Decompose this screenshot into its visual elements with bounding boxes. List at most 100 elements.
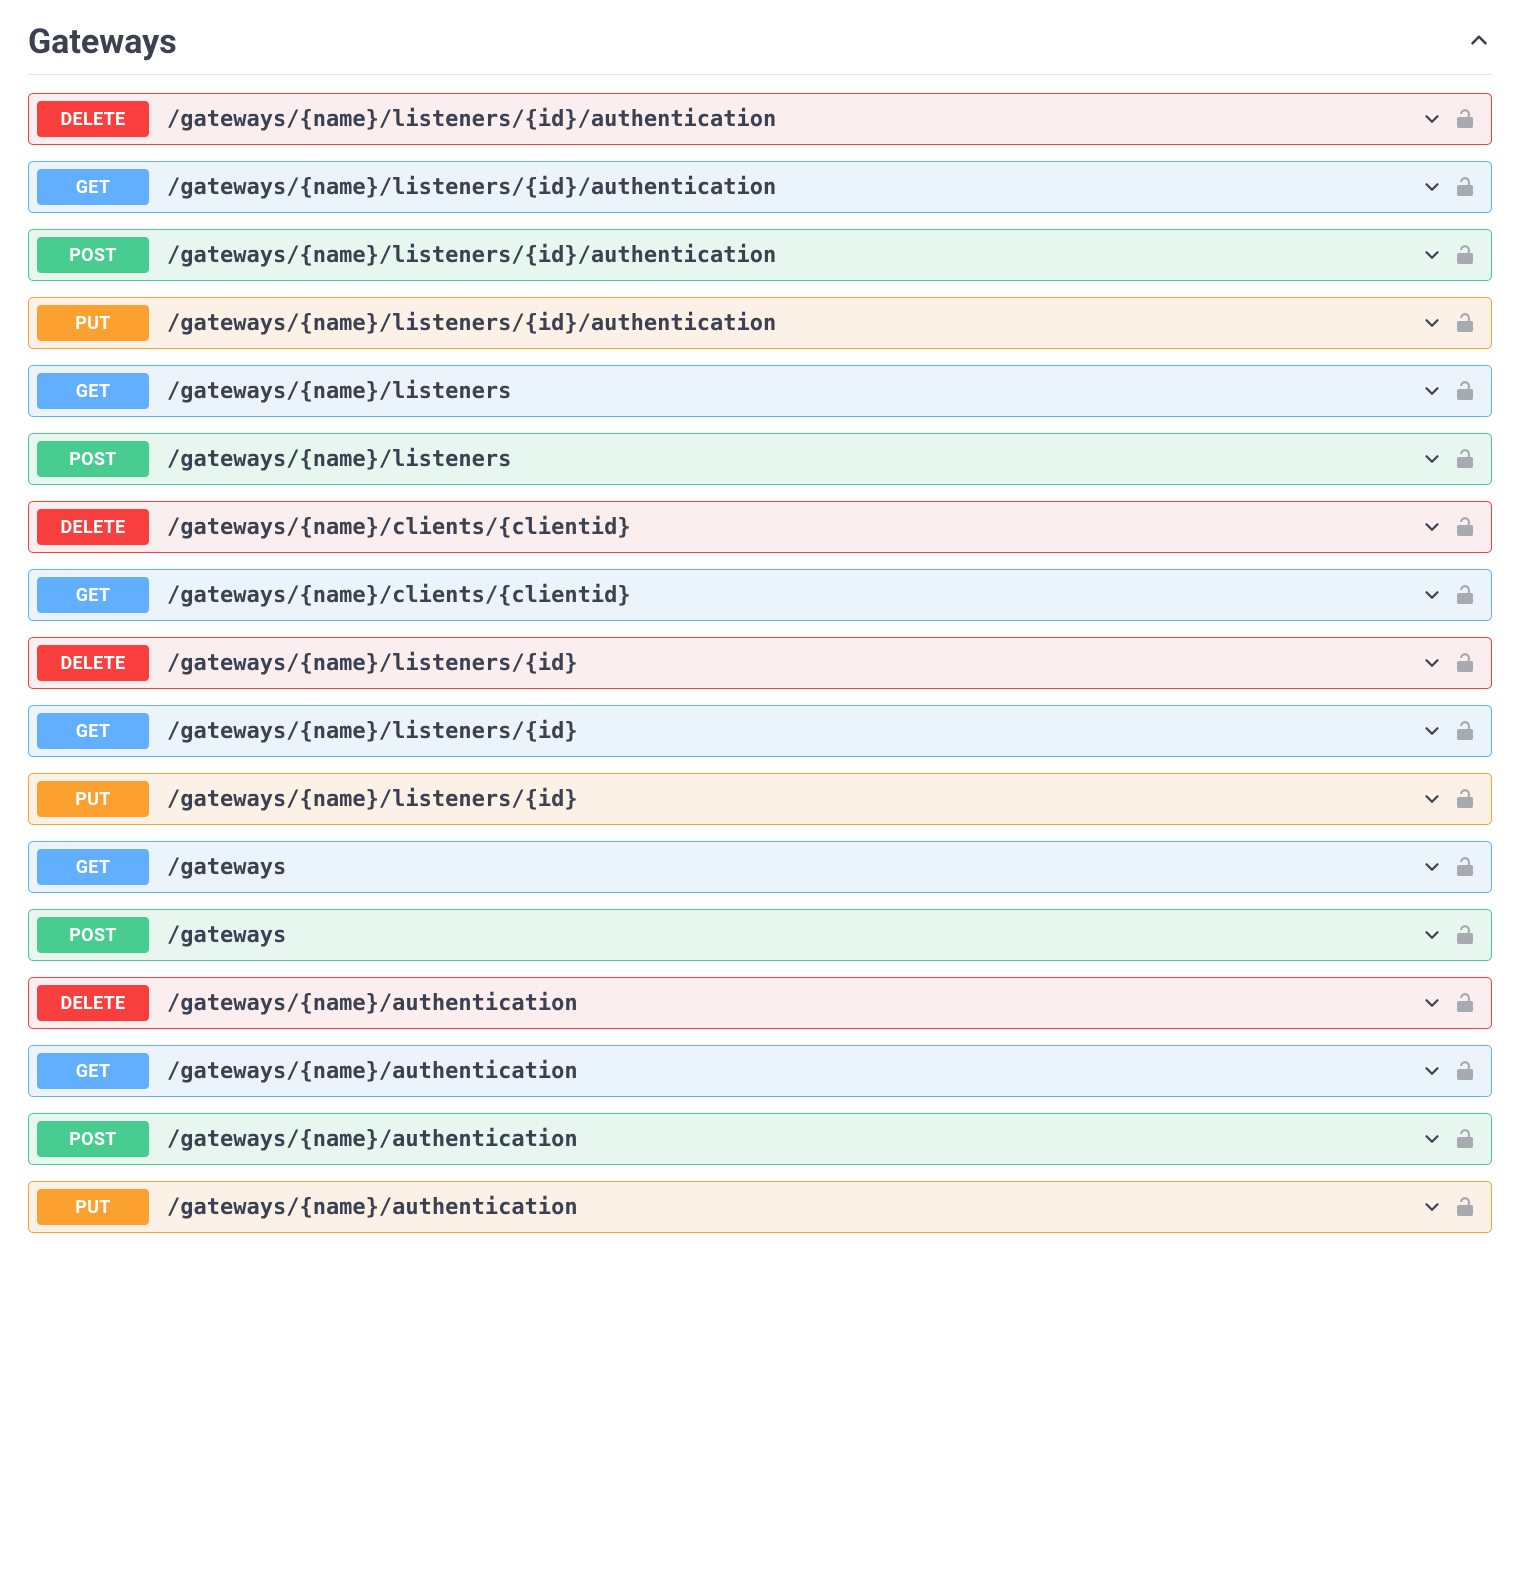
chevron-down-icon[interactable] [1421, 108, 1443, 130]
endpoint-row[interactable]: DELETE/gateways/{name}/listeners/{id}/au… [28, 93, 1492, 145]
row-actions [1421, 107, 1477, 131]
endpoint-row[interactable]: DELETE/gateways/{name}/clients/{clientid… [28, 501, 1492, 553]
chevron-down-icon[interactable] [1421, 448, 1443, 470]
endpoint-path: /gateways [167, 855, 1421, 880]
chevron-down-icon[interactable] [1421, 856, 1443, 878]
lock-open-icon[interactable] [1453, 719, 1477, 743]
row-actions [1421, 923, 1477, 947]
endpoint-path: /gateways/{name}/clients/{clientid} [167, 515, 1421, 540]
endpoint-row[interactable]: DELETE/gateways/{name}/listeners/{id} [28, 637, 1492, 689]
endpoint-list: DELETE/gateways/{name}/listeners/{id}/au… [28, 93, 1492, 1233]
method-badge: POST [37, 441, 149, 477]
row-actions [1421, 311, 1477, 335]
endpoint-path: /gateways/{name}/listeners/{id}/authenti… [167, 311, 1421, 336]
chevron-down-icon[interactable] [1421, 516, 1443, 538]
endpoint-path: /gateways/{name}/listeners [167, 447, 1421, 472]
method-badge: GET [37, 169, 149, 205]
row-actions [1421, 175, 1477, 199]
method-badge: POST [37, 1121, 149, 1157]
lock-open-icon[interactable] [1453, 1127, 1477, 1151]
method-badge: DELETE [37, 645, 149, 681]
lock-open-icon[interactable] [1453, 991, 1477, 1015]
endpoint-path: /gateways/{name}/clients/{clientid} [167, 583, 1421, 608]
lock-open-icon[interactable] [1453, 651, 1477, 675]
chevron-down-icon[interactable] [1421, 312, 1443, 334]
endpoint-path: /gateways/{name}/authentication [167, 1127, 1421, 1152]
method-badge: PUT [37, 781, 149, 817]
method-badge: GET [37, 849, 149, 885]
lock-open-icon[interactable] [1453, 787, 1477, 811]
chevron-down-icon[interactable] [1421, 244, 1443, 266]
endpoint-row[interactable]: GET/gateways [28, 841, 1492, 893]
chevron-down-icon[interactable] [1421, 584, 1443, 606]
lock-open-icon[interactable] [1453, 515, 1477, 539]
method-badge: GET [37, 577, 149, 613]
endpoint-path: /gateways/{name}/listeners [167, 379, 1421, 404]
endpoint-row[interactable]: GET/gateways/{name}/authentication [28, 1045, 1492, 1097]
method-badge: POST [37, 237, 149, 273]
endpoint-row[interactable]: GET/gateways/{name}/listeners/{id}/authe… [28, 161, 1492, 213]
chevron-down-icon[interactable] [1421, 1196, 1443, 1218]
endpoint-path: /gateways/{name}/listeners/{id}/authenti… [167, 243, 1421, 268]
lock-open-icon[interactable] [1453, 243, 1477, 267]
row-actions [1421, 719, 1477, 743]
chevron-down-icon[interactable] [1421, 788, 1443, 810]
lock-open-icon[interactable] [1453, 1195, 1477, 1219]
endpoint-row[interactable]: GET/gateways/{name}/clients/{clientid} [28, 569, 1492, 621]
lock-open-icon[interactable] [1453, 311, 1477, 335]
chevron-down-icon[interactable] [1421, 924, 1443, 946]
row-actions [1421, 583, 1477, 607]
endpoint-row[interactable]: PUT/gateways/{name}/authentication [28, 1181, 1492, 1233]
chevron-down-icon[interactable] [1421, 1060, 1443, 1082]
lock-open-icon[interactable] [1453, 175, 1477, 199]
endpoint-row[interactable]: GET/gateways/{name}/listeners [28, 365, 1492, 417]
endpoint-path: /gateways/{name}/listeners/{id} [167, 719, 1421, 744]
row-actions [1421, 1195, 1477, 1219]
chevron-down-icon[interactable] [1421, 1128, 1443, 1150]
method-badge: GET [37, 1053, 149, 1089]
lock-open-icon[interactable] [1453, 447, 1477, 471]
endpoint-path: /gateways/{name}/authentication [167, 1195, 1421, 1220]
endpoint-row[interactable]: PUT/gateways/{name}/listeners/{id}/authe… [28, 297, 1492, 349]
chevron-down-icon[interactable] [1421, 992, 1443, 1014]
method-badge: DELETE [37, 985, 149, 1021]
section-title: Gateways [28, 22, 177, 62]
method-badge: GET [37, 713, 149, 749]
endpoint-path: /gateways/{name}/listeners/{id}/authenti… [167, 107, 1421, 132]
row-actions [1421, 243, 1477, 267]
lock-open-icon[interactable] [1453, 379, 1477, 403]
method-badge: DELETE [37, 509, 149, 545]
method-badge: GET [37, 373, 149, 409]
endpoint-path: /gateways [167, 923, 1421, 948]
chevron-down-icon[interactable] [1421, 652, 1443, 674]
lock-open-icon[interactable] [1453, 583, 1477, 607]
row-actions [1421, 787, 1477, 811]
row-actions [1421, 1127, 1477, 1151]
lock-open-icon[interactable] [1453, 1059, 1477, 1083]
chevron-down-icon[interactable] [1421, 720, 1443, 742]
endpoint-row[interactable]: PUT/gateways/{name}/listeners/{id} [28, 773, 1492, 825]
endpoint-row[interactable]: DELETE/gateways/{name}/authentication [28, 977, 1492, 1029]
row-actions [1421, 855, 1477, 879]
method-badge: POST [37, 917, 149, 953]
method-badge: DELETE [37, 101, 149, 137]
endpoint-path: /gateways/{name}/listeners/{id} [167, 651, 1421, 676]
row-actions [1421, 991, 1477, 1015]
endpoint-path: /gateways/{name}/authentication [167, 1059, 1421, 1084]
lock-open-icon[interactable] [1453, 923, 1477, 947]
lock-open-icon[interactable] [1453, 107, 1477, 131]
row-actions [1421, 379, 1477, 403]
endpoint-row[interactable]: POST/gateways [28, 909, 1492, 961]
endpoint-path: /gateways/{name}/listeners/{id} [167, 787, 1421, 812]
endpoint-row[interactable]: POST/gateways/{name}/listeners [28, 433, 1492, 485]
method-badge: PUT [37, 305, 149, 341]
row-actions [1421, 1059, 1477, 1083]
chevron-down-icon[interactable] [1421, 380, 1443, 402]
row-actions [1421, 651, 1477, 675]
chevron-down-icon[interactable] [1421, 176, 1443, 198]
section-header[interactable]: Gateways [28, 14, 1492, 75]
endpoint-row[interactable]: GET/gateways/{name}/listeners/{id} [28, 705, 1492, 757]
lock-open-icon[interactable] [1453, 855, 1477, 879]
endpoint-row[interactable]: POST/gateways/{name}/listeners/{id}/auth… [28, 229, 1492, 281]
endpoint-row[interactable]: POST/gateways/{name}/authentication [28, 1113, 1492, 1165]
